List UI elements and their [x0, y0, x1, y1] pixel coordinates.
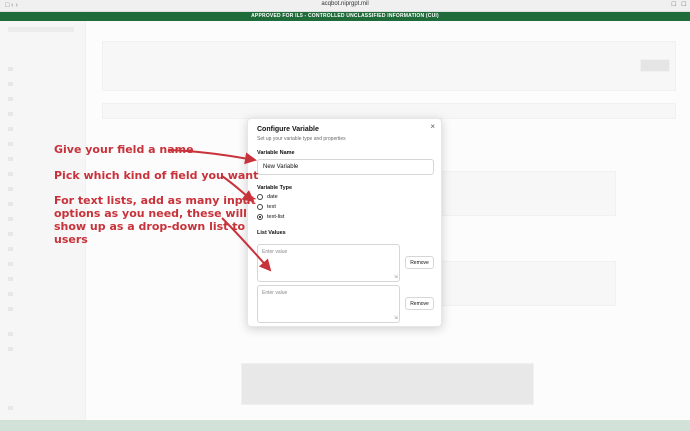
variable-type-label: Variable Type	[257, 185, 293, 191]
list-values-label: List Values	[257, 230, 286, 236]
remove-button[interactable]: Remove	[405, 256, 434, 269]
dialog-title: Configure Variable	[257, 126, 319, 133]
dialog-subtitle: Set up your variable type and properties	[257, 136, 346, 142]
annotation-list-line-1: For text lists, add as many input	[54, 194, 256, 207]
type-option-text-list[interactable]: text-list	[257, 214, 284, 220]
variable-name-input[interactable]: New Variable	[257, 159, 434, 175]
configure-variable-dialog: Configure Variable Set up your variable …	[247, 118, 442, 327]
type-option-label: text-list	[267, 214, 285, 220]
type-option-label: date	[267, 194, 278, 200]
classification-banner: APPROVED FOR IL5 - CONTROLLED UNCLASSIFI…	[0, 12, 690, 21]
annotation-name: Give your field a name	[54, 143, 194, 156]
list-value-input[interactable]: Enter value ⇲	[257, 244, 400, 282]
annotation-list-line-3: show up as a drop-down list to	[54, 220, 246, 233]
browser-toolbar: □ ‹ › acqbot.niprgpt.mil □ □	[0, 0, 690, 12]
address-bar[interactable]: acqbot.niprgpt.mil	[0, 1, 690, 7]
type-option-label: text	[267, 204, 276, 210]
variable-name-label: Variable Name	[257, 150, 295, 156]
resize-handle-icon[interactable]: ⇲	[394, 315, 398, 321]
close-icon[interactable]: ×	[430, 122, 435, 131]
type-option-text[interactable]: text	[257, 204, 276, 210]
annotation-list-line-4: users	[54, 233, 88, 246]
share-icon[interactable]: □	[672, 1, 676, 8]
resize-handle-icon[interactable]: ⇲	[394, 274, 398, 280]
type-option-date[interactable]: date	[257, 194, 278, 200]
radio-selected-icon[interactable]	[257, 214, 263, 220]
annotation-list-line-2: options as you need, these will	[54, 207, 247, 220]
list-value-input[interactable]: Enter value ⇲	[257, 285, 400, 323]
remove-button[interactable]: Remove	[405, 297, 434, 310]
list-value-placeholder: Enter value	[262, 249, 288, 255]
annotation-kind: Pick which kind of field you want	[54, 169, 259, 182]
radio-icon[interactable]	[257, 194, 263, 200]
list-value-placeholder: Enter value	[262, 290, 288, 296]
radio-icon[interactable]	[257, 204, 263, 210]
tabs-icon[interactable]: □	[682, 1, 686, 8]
